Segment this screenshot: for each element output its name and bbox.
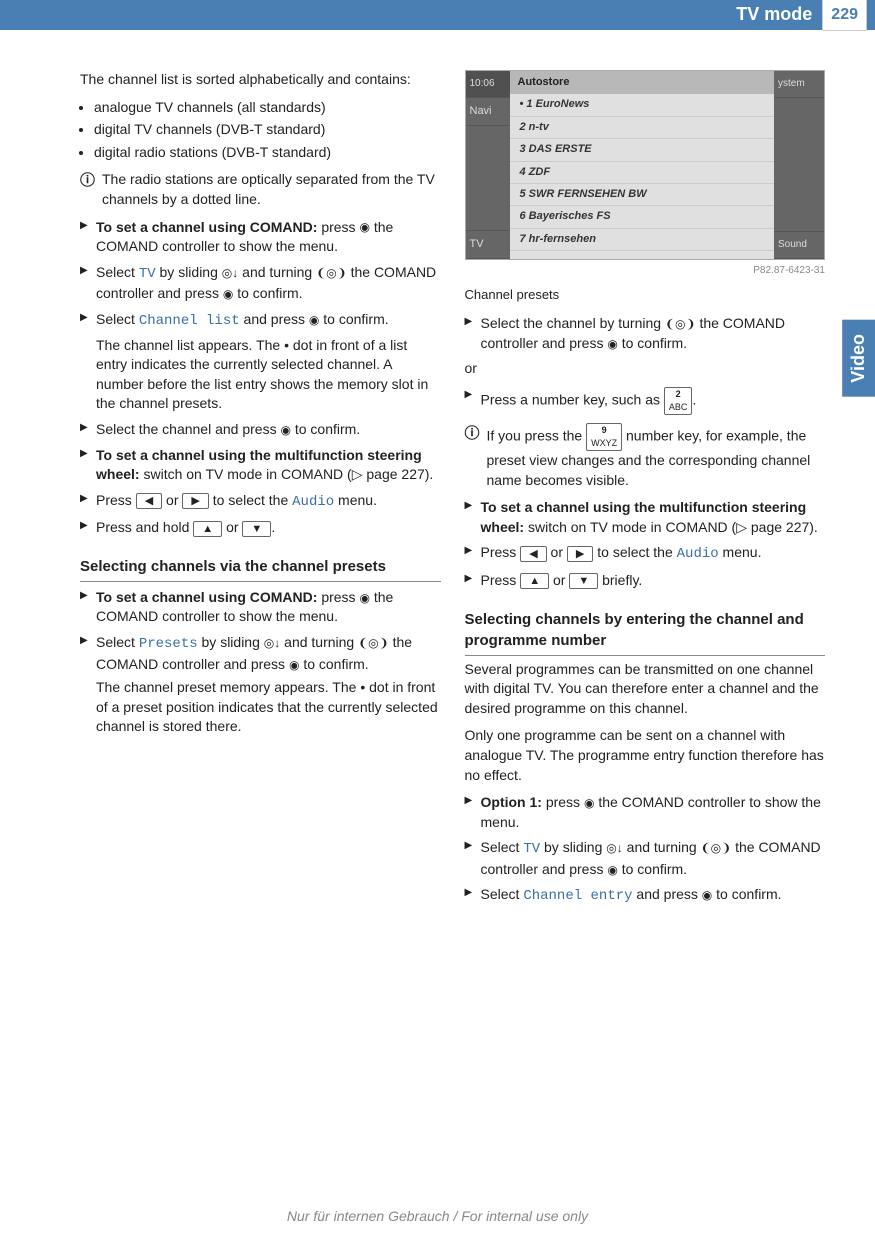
list-item: digital radio stations (DVB-T standard) — [94, 143, 441, 163]
press-icon: ◉ — [359, 219, 369, 236]
paragraph: Only one programme can be sent on a chan… — [465, 726, 826, 785]
scr-row: • 1 EuroNews — [510, 94, 775, 116]
step: Select the channel by turning ❨◎❩ the CO… — [465, 314, 826, 353]
intro-text: The channel list is sorted alphabeticall… — [80, 70, 441, 90]
page-header: TV mode 229 — [0, 0, 875, 30]
press-icon: ◉ — [607, 336, 617, 353]
menu-tv: TV — [523, 841, 540, 857]
down-key-icon: ▼ — [242, 521, 271, 537]
scr-main: Autostore • 1 EuroNews 2 n-tv 3 DAS ERST… — [510, 71, 775, 259]
device-screenshot: 10:06 Navi TV Autostore • 1 EuroNews 2 n… — [465, 70, 826, 260]
step: Option 1: press ◉ the COMAND controller … — [465, 793, 826, 832]
step-desc: The channel preset memory appears. The •… — [96, 678, 441, 737]
right-key-icon: ▶ — [182, 493, 208, 509]
slide-icon: ◎↓ — [222, 265, 238, 282]
image-id: P82.87-6423-31 — [465, 264, 826, 278]
scr-row: 5 SWR FERNSEHEN BW — [510, 184, 775, 206]
press-icon: ◉ — [309, 312, 319, 329]
scr-title: Autostore — [510, 71, 775, 94]
up-key-icon: ▲ — [193, 521, 222, 537]
step: Press ▲ or ▼ briefly. — [465, 571, 826, 591]
left-column: The channel list is sorted alphabeticall… — [80, 70, 441, 913]
step: To set a channel using the multifunction… — [465, 498, 826, 537]
info-note: The radio stations are optically separat… — [80, 170, 441, 209]
step: Select TV by sliding ◎↓ and turning ❨◎❩ … — [465, 838, 826, 879]
menu-tv: TV — [139, 266, 156, 282]
scr-left-panel: 10:06 Navi TV — [466, 71, 510, 259]
step: To set a channel using COMAND: press ◉ t… — [80, 588, 441, 627]
scr-tv: TV — [466, 231, 510, 259]
key-9-icon: 9WXYZ — [586, 423, 622, 451]
scr-row: 6 Bayerisches FS — [510, 206, 775, 228]
scr-navi: Navi — [466, 98, 510, 126]
press-icon: ◉ — [607, 862, 617, 879]
right-key-icon: ▶ — [567, 546, 593, 562]
step: To set a channel using COMAND: press ◉ t… — [80, 218, 441, 257]
list-item: digital TV channels (DVB-T standard) — [94, 120, 441, 140]
step: Select TV by sliding ◎↓ and turning ❨◎❩ … — [80, 263, 441, 304]
list-item: analogue TV channels (all standards) — [94, 98, 441, 118]
step-bold: Option 1: — [481, 794, 542, 810]
step: Press ◀ or ▶ to select the Audio menu. — [80, 491, 441, 513]
paragraph: Several programmes can be transmitted on… — [465, 660, 826, 719]
step: Press and hold ▲ or ▼. — [80, 518, 441, 538]
step-bold: To set a channel using COMAND: — [96, 219, 317, 235]
menu-presets: Presets — [139, 636, 198, 652]
step: Select the channel and press ◉ to confir… — [80, 420, 441, 440]
channel-types-list: analogue TV channels (all standards) dig… — [80, 98, 441, 163]
turn-icon: ❨◎❩ — [701, 840, 732, 857]
or-text: or — [465, 359, 826, 379]
scr-row: 4 ZDF — [510, 162, 775, 184]
scr-sound: Sound — [774, 232, 824, 259]
press-icon: ◉ — [289, 657, 299, 674]
down-key-icon: ▼ — [569, 573, 598, 589]
step-desc: The channel list appears. The • dot in f… — [96, 336, 441, 414]
menu-audio: Audio — [292, 494, 334, 510]
header-title: TV mode — [736, 2, 812, 27]
press-icon: ◉ — [702, 887, 712, 904]
step: Select Channel entry and press ◉ to conf… — [465, 885, 826, 907]
scr-row: 2 n-tv — [510, 117, 775, 139]
slide-icon: ◎↓ — [264, 635, 280, 652]
step: Select Presets by sliding ◎↓ and turning… — [80, 633, 441, 737]
step: Press ◀ or ▶ to select the Audio menu. — [465, 543, 826, 565]
step-bold: To set a channel using COMAND: — [96, 589, 317, 605]
turn-icon: ❨◎❩ — [316, 265, 347, 282]
footer-note: Nur für internen Gebrauch / For internal… — [0, 1207, 875, 1227]
up-key-icon: ▲ — [520, 573, 549, 589]
scr-row: 3 DAS ERSTE — [510, 139, 775, 161]
image-caption: Channel presets — [465, 286, 826, 304]
slide-icon: ◎↓ — [606, 840, 622, 857]
menu-audio: Audio — [677, 546, 719, 562]
step: Press a number key, such as 2ABC. — [465, 387, 826, 415]
subheading: Selecting channels via the channel prese… — [80, 556, 441, 582]
page-number: 229 — [822, 0, 867, 31]
scr-row: 7 hr-fernsehen — [510, 229, 775, 251]
press-icon: ◉ — [359, 590, 369, 607]
scr-time: 10:06 — [466, 71, 510, 98]
info-note: If you press the 9WXYZ number key, for e… — [465, 423, 826, 490]
left-key-icon: ◀ — [520, 546, 546, 562]
menu-channel-list: Channel list — [139, 313, 240, 329]
menu-channel-entry: Channel entry — [523, 888, 632, 904]
press-icon: ◉ — [280, 422, 290, 439]
turn-icon: ❨◎❩ — [665, 316, 696, 333]
subheading: Selecting channels by entering the chann… — [465, 609, 826, 656]
left-key-icon: ◀ — [136, 493, 162, 509]
step: To set a channel using the multifunction… — [80, 446, 441, 485]
scr-system: ystem — [774, 71, 824, 98]
turn-icon: ❨◎❩ — [358, 635, 389, 652]
side-tab-video: Video — [842, 320, 875, 397]
scr-right-panel: ystem Sound — [774, 71, 824, 259]
content-area: The channel list is sorted alphabeticall… — [0, 30, 875, 923]
press-icon: ◉ — [584, 795, 594, 812]
press-icon: ◉ — [223, 286, 233, 303]
right-column: 10:06 Navi TV Autostore • 1 EuroNews 2 n… — [465, 70, 826, 913]
key-2-icon: 2ABC — [664, 387, 693, 415]
step: Select Channel list and press ◉ to confi… — [80, 310, 441, 414]
